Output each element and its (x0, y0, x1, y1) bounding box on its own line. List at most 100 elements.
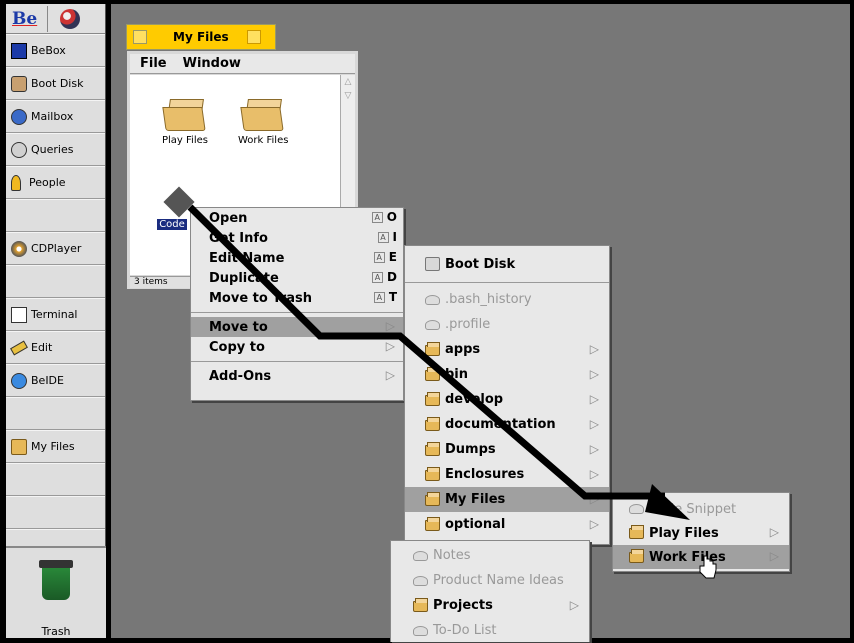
deskbar-top: Be (6, 4, 105, 34)
menu-item-copy-to[interactable]: Copy to ▷ (191, 337, 403, 357)
folder-icon (629, 525, 645, 540)
trash[interactable]: Trash (6, 546, 106, 638)
shortcut-key: O (386, 210, 397, 224)
file-icon (629, 502, 645, 516)
menu-item-move-to-trash[interactable]: Move to Trash AT (191, 288, 403, 308)
submenu-item-dumps[interactable]: Dumps ▷ (405, 437, 609, 462)
menu-item-label: Move to (209, 319, 268, 335)
submenu-item-optional[interactable]: optional ▷ (405, 512, 609, 537)
submenu-item-develop[interactable]: develop ▷ (405, 387, 609, 412)
shortcut-key: E (388, 250, 397, 264)
divider (47, 5, 49, 32)
submenu-item-notes[interactable]: Notes (391, 543, 589, 568)
scroll-down-icon[interactable]: ▽ (341, 89, 355, 103)
window-tab[interactable]: My Files (126, 24, 276, 50)
context-menu: Open AO Get Info AI Edit Name AE Duplica… (190, 207, 404, 401)
menu-item-open[interactable]: Open AO (191, 208, 403, 228)
folder-icon (413, 597, 429, 613)
submenu-arrow-icon: ▷ (385, 368, 395, 382)
edit-icon (10, 340, 28, 355)
mailbox-icon (11, 108, 27, 125)
folder-icon (425, 441, 441, 457)
menu-item-label: documentation (445, 417, 556, 432)
terminal-icon (11, 306, 27, 323)
deskbar-empty-slot (6, 463, 105, 496)
menu-item-label: .profile (445, 317, 491, 332)
deskbar-item-label: CDPlayer (31, 242, 82, 255)
submenu-item-to-do-list[interactable]: To-Do List (391, 618, 589, 643)
file-icon-code[interactable]: Code (154, 186, 195, 230)
submenu-arrow-icon: ▷ (589, 492, 599, 506)
menu-item-label: Projects (433, 598, 493, 613)
scroll-up-icon[interactable]: △ (341, 75, 355, 89)
command-key-icon: A (373, 291, 385, 303)
submenu-item-apps[interactable]: apps ▷ (405, 337, 609, 362)
submenu-item-bash-history[interactable]: .bash_history (405, 287, 609, 312)
file-label: Work Files (238, 135, 289, 146)
deskbar-item-label: BeBox (31, 44, 66, 57)
command-key-icon: A (372, 271, 384, 283)
submenu-header-boot-disk[interactable]: Boot Disk (405, 250, 609, 278)
submenu-item-profile[interactable]: .profile (405, 312, 609, 337)
menu-window[interactable]: Window (183, 56, 241, 71)
folder-icon (425, 391, 441, 407)
deskbar-item-label: Terminal (31, 308, 78, 321)
deskbar-item-mailbox[interactable]: Mailbox (6, 100, 105, 133)
deskbar-item-bebox[interactable]: BeBox (6, 34, 105, 67)
shortcut: AI (377, 230, 397, 244)
deskbar-item-cdplayer[interactable]: CDPlayer (6, 232, 105, 265)
deskbar-item-terminal[interactable]: Terminal (6, 298, 105, 331)
submenu-item-projects[interactable]: Projects ▷ (391, 593, 589, 618)
menu-item-label: Duplicate (209, 270, 279, 286)
deskbar-item-boot-disk[interactable]: Boot Disk (6, 67, 105, 100)
be-menu-logo[interactable]: Be (12, 9, 37, 29)
trash-label: Trash (41, 625, 71, 638)
command-key-icon: A (373, 251, 385, 263)
shortcut-key: D (387, 270, 397, 284)
menu-item-label: Get Info (209, 230, 268, 246)
deskbar-item-label: People (29, 176, 66, 189)
zoom-button[interactable] (246, 30, 261, 44)
submenu-item-documentation[interactable]: documentation ▷ (405, 412, 609, 437)
menu-item-label: optional (445, 517, 506, 532)
command-key-icon: A (371, 211, 383, 223)
file-icon-work-files[interactable]: Work Files (238, 95, 288, 146)
system-status-icon[interactable] (60, 8, 81, 29)
submenu-item-play-files[interactable]: Play Files ▷ (613, 521, 789, 545)
file-icon-play-files[interactable]: Play Files (162, 95, 208, 146)
deskbar-item-beide[interactable]: BeIDE (6, 364, 105, 397)
submenu-item-my-files[interactable]: My Files ▷ (405, 487, 609, 512)
menu-item-add-ons[interactable]: Add-Ons ▷ (191, 366, 403, 386)
deskbar-item-queries[interactable]: Queries (6, 133, 105, 166)
bebox-icon (11, 42, 27, 59)
deskbar-item-edit[interactable]: Edit (6, 331, 105, 364)
menu-item-duplicate[interactable]: Duplicate AD (191, 268, 403, 288)
menu-item-label: bin (445, 367, 469, 382)
deskbar-item-my-files[interactable]: My Files (6, 430, 105, 463)
menu-item-label: Play Files (649, 525, 719, 541)
submenu-arrow-icon: ▷ (385, 319, 395, 333)
command-key-icon: A (377, 231, 389, 243)
cd-icon (11, 240, 27, 257)
menu-item-move-to[interactable]: Move to ▷ (191, 317, 403, 337)
submenu-item-code-snippet[interactable]: Code Snippet (613, 497, 789, 521)
menu-item-label: My Files (445, 492, 506, 507)
menu-item-edit-name[interactable]: Edit Name AE (191, 248, 403, 268)
menu-item-get-info[interactable]: Get Info AI (191, 228, 403, 248)
submenu-item-product-name-ideas[interactable]: Product Name Ideas (391, 568, 589, 593)
menu-separator (191, 312, 403, 313)
deskbar-item-people[interactable]: People (6, 166, 105, 199)
menu-item-label: Work Files (649, 549, 726, 565)
deskbar-empty-slot (6, 397, 105, 430)
submenu-arrow-icon: ▷ (385, 339, 395, 353)
menu-item-label: Open (209, 210, 248, 226)
folder-icon (629, 549, 645, 564)
beide-icon (11, 372, 27, 389)
submenu-item-enclosures[interactable]: Enclosures ▷ (405, 462, 609, 487)
menu-separator (405, 282, 609, 283)
submenu-item-work-files[interactable]: Work Files ▷ (613, 545, 789, 569)
menu-file[interactable]: File (140, 56, 167, 71)
deskbar-item-label: Boot Disk (31, 77, 84, 90)
close-button[interactable] (133, 30, 147, 44)
submenu-item-bin[interactable]: bin ▷ (405, 362, 609, 387)
